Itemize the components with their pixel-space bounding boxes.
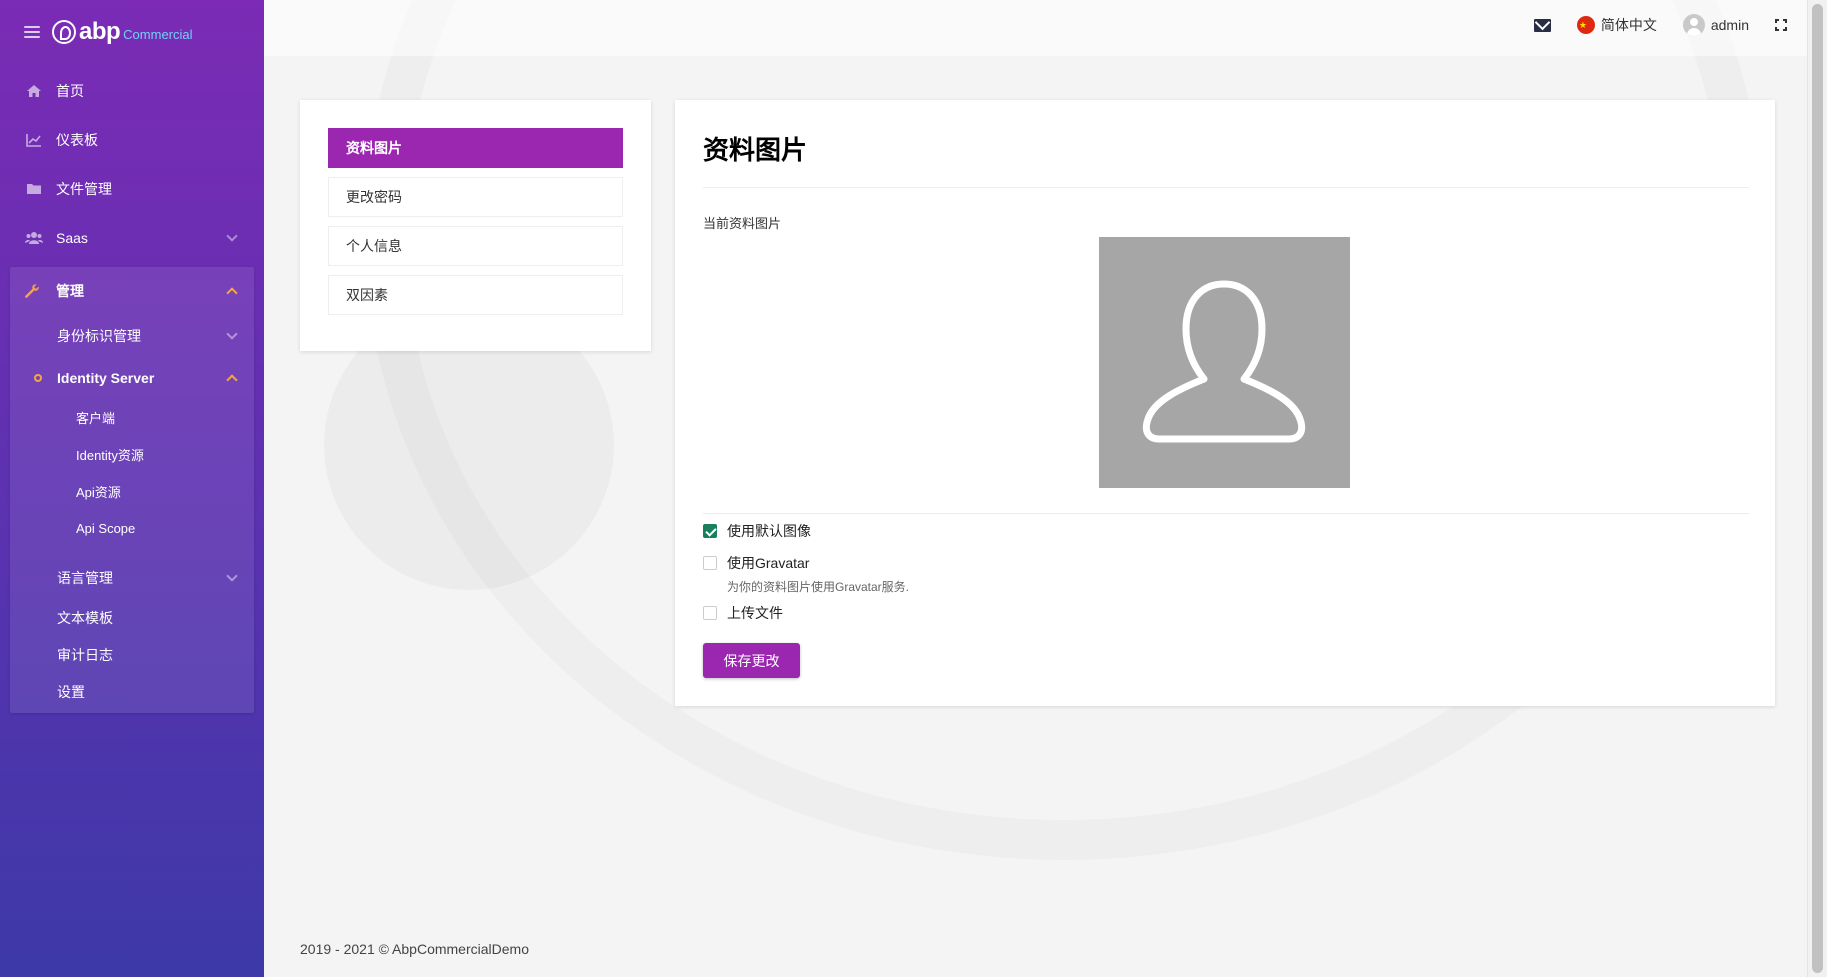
sidebar-item-label: 审计日志 [57,646,113,663]
use-default-image-checkbox[interactable] [703,524,717,538]
sidebar-item-label: 仪表板 [56,131,98,148]
upload-file-checkbox[interactable] [703,606,717,620]
bullet-dot-icon [34,374,42,382]
sidebar-item-label: 管理 [56,283,84,299]
home-icon [24,83,44,99]
sidebar-item-home[interactable]: 首页 [0,66,264,115]
logo-subtitle: Commercial [123,27,193,42]
sidebar-item-label: Saas [56,229,88,246]
sidebar-item-label: 首页 [56,82,84,99]
chevron-down-icon [226,328,238,340]
top-bar: ★ 简体中文 admin [264,0,1807,56]
avatar [1682,14,1705,36]
sidebar-item-audit-logs[interactable]: 审计日志 [10,636,254,673]
profile-picture-card: 资料图片 当前资料图片 使用默认图像 使用Gravatar 为你的资料图片使用G… [675,100,1775,706]
sidebar-item-label: 设置 [57,683,85,700]
divider [703,513,1749,514]
sidebar-item-language-management[interactable]: 语言管理 [10,557,254,599]
sidebar-item-label: 语言管理 [57,570,113,586]
menu-toggle-icon[interactable] [24,26,40,38]
user-name: admin [1710,17,1749,33]
sidebar-item-file-management[interactable]: 文件管理 [0,164,264,213]
chevron-down-icon [226,229,238,242]
logo[interactable]: abp Commercial [52,18,193,46]
footer-text: 2019 - 2021 © AbpCommercialDemo [300,941,529,957]
current-picture-label: 当前资料图片 [703,216,782,231]
chevron-down-icon [226,570,238,582]
use-gravatar-option[interactable]: 使用Gravatar [703,553,809,573]
chevron-up-icon [226,374,238,386]
wrench-icon [24,283,44,299]
user-silhouette-icon [1142,280,1306,443]
sidebar-item-label: Identity资源 [76,448,144,463]
sidebar-item-clients[interactable]: 客户端 [10,399,254,436]
sidebar-item-text-templates[interactable]: 文本模板 [10,599,254,636]
tab-two-factor[interactable]: 双因素 [328,275,623,315]
sidebar-item-identity-resources[interactable]: Identity资源 [10,436,254,473]
fullscreen-button[interactable] [1775,19,1787,31]
user-menu[interactable]: admin [1682,14,1749,36]
sidebar-item-admin[interactable]: 管理 [10,267,254,315]
fullscreen-icon [1775,19,1787,31]
sidebar-item-label: 身份标识管理 [57,328,141,344]
profile-picture [1099,237,1350,488]
scrollbar[interactable] [1807,0,1827,977]
option-label: 上传文件 [727,605,783,621]
users-icon [24,230,44,246]
sidebar-item-label: Api Scope [76,521,136,536]
brand-bar: abp Commercial [0,0,264,64]
sidebar-item-settings[interactable]: 设置 [10,673,254,710]
sidebar-item-identity-server[interactable]: Identity Server [10,357,254,399]
language-selector[interactable]: ★ 简体中文 [1576,15,1657,35]
sidebar-item-api-scope[interactable]: Api Scope [10,510,254,547]
main-content: ★ 简体中文 admin 资料图片 更改密码 个人信息 双因素 资料图片 当前资… [264,0,1807,977]
save-button[interactable]: 保存更改 [703,643,800,678]
page-title: 资料图片 [703,135,808,165]
use-gravatar-checkbox[interactable] [703,556,717,570]
admin-menu-group: 管理 身份标识管理 Identity Server 客户端 Identity资源… [10,267,254,713]
logo-text: abp [79,18,121,45]
gravatar-help-text: 为你的资料图片使用Gravatar服务. [727,580,910,594]
sidebar-item-label: Identity Server [57,370,155,386]
use-default-image-option[interactable]: 使用默认图像 [703,521,811,541]
settings-tabs-card: 资料图片 更改密码 个人信息 双因素 [300,100,651,351]
chart-line-icon [24,132,44,148]
sidebar-item-label: 文件管理 [56,180,112,197]
tab-personal-info[interactable]: 个人信息 [328,226,623,266]
option-label: 使用默认图像 [727,523,811,539]
abp-logo-icon [52,20,76,44]
folder-icon [24,181,44,197]
divider [703,187,1749,188]
sidebar-item-api-resources[interactable]: Api资源 [10,473,254,510]
china-flag-icon: ★ [1576,16,1595,34]
upload-file-option[interactable]: 上传文件 [703,603,783,623]
sidebar-item-label: 文本模板 [57,609,113,626]
tab-change-password[interactable]: 更改密码 [328,177,623,217]
sidebar-item-identity-management[interactable]: 身份标识管理 [10,315,254,357]
option-label: 使用Gravatar [727,555,810,571]
sidebar: abp Commercial 首页 仪表板 文件管理 Saas 管理 身份标识管… [0,0,264,977]
tab-profile-picture[interactable]: 资料图片 [328,128,623,168]
envelope-icon [1533,18,1551,32]
language-label: 简体中文 [1600,17,1657,33]
sidebar-item-saas[interactable]: Saas [0,213,264,262]
chevron-up-icon [226,287,238,299]
sidebar-item-dashboard[interactable]: 仪表板 [0,115,264,164]
messages-button[interactable] [1533,18,1551,32]
scrollbar-thumb[interactable] [1812,4,1823,973]
sidebar-item-label: Api资源 [76,485,121,500]
sidebar-item-label: 客户端 [76,411,116,426]
